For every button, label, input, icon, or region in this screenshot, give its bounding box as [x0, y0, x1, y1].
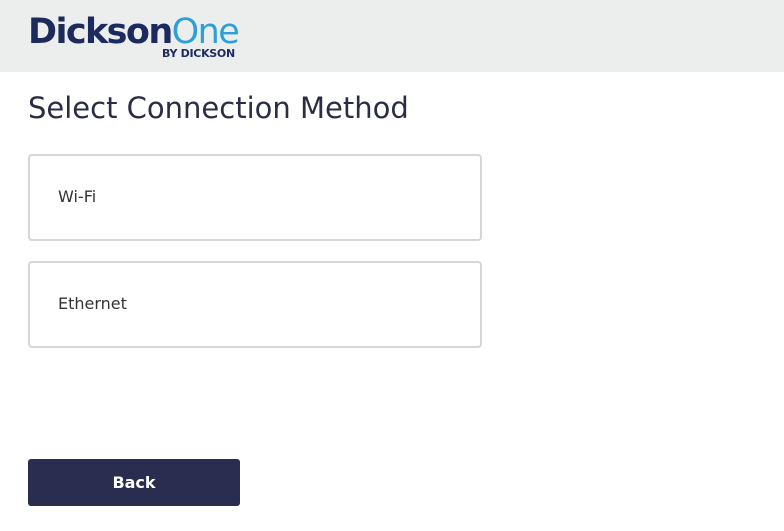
logo-tagline: BY DICKSON [162, 47, 235, 60]
page-title: Select Connection Method [28, 91, 409, 125]
logo-brand-secondary: One [171, 12, 240, 52]
wifi-option-label: Wi-Fi [58, 187, 97, 206]
dickson-one-logo: DicksonOne BY DICKSON [28, 12, 258, 62]
app-header: DicksonOne BY DICKSON [0, 0, 784, 72]
back-button[interactable]: Back [28, 459, 240, 506]
logo-brand-primary: Dickson [28, 12, 173, 52]
logo-wordmark: DicksonOne [28, 12, 240, 52]
ethernet-option-label: Ethernet [58, 294, 127, 313]
ethernet-option-button[interactable]: Ethernet [28, 261, 482, 348]
wifi-option-button[interactable]: Wi-Fi [28, 154, 482, 241]
